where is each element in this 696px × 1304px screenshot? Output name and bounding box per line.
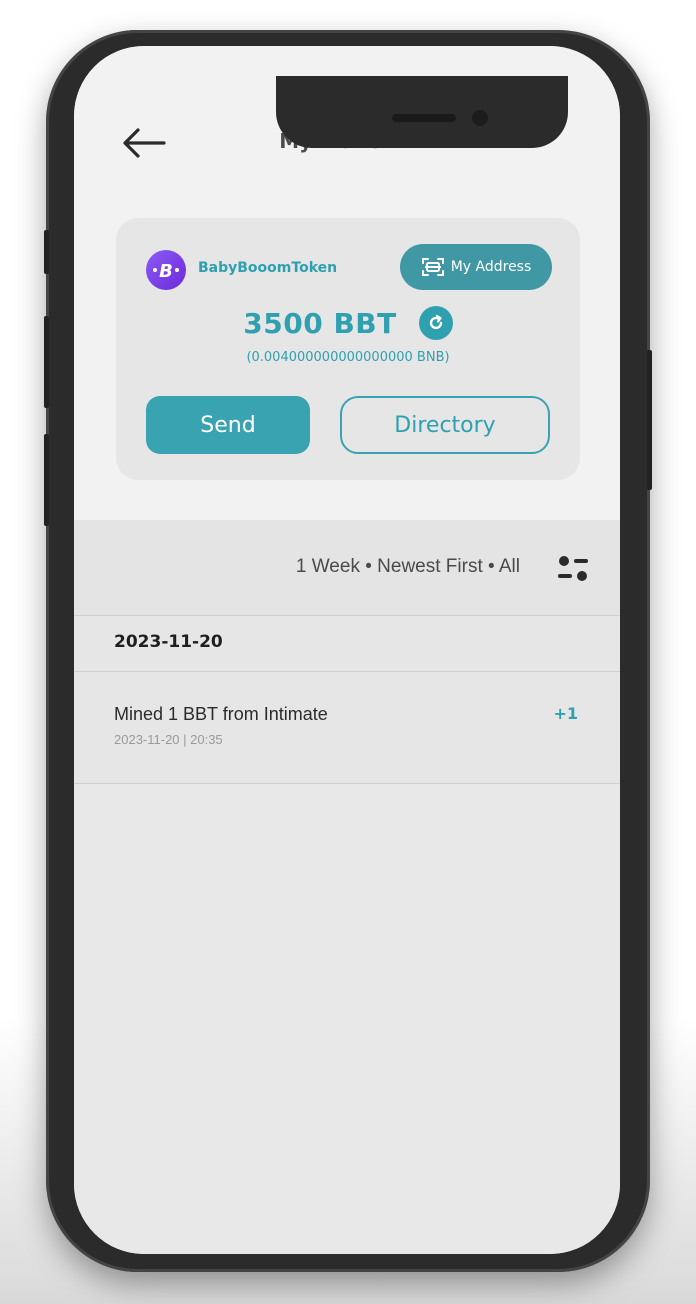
sliders-icon[interactable] [556, 554, 590, 584]
svg-text:B: B [159, 261, 173, 282]
date-group-header: 2023-11-20 [74, 616, 620, 672]
refresh-icon [429, 314, 442, 330]
my-address-button[interactable]: My Address [400, 244, 552, 290]
power-button [647, 350, 652, 490]
wallet-card: B BabyBooomToken My Address 3500 BBT (0.… [116, 218, 580, 480]
volume-up-button [44, 316, 49, 408]
directory-button[interactable]: Directory [340, 396, 550, 454]
transaction-timestamp: 2023-11-20 | 20:35 [114, 732, 223, 747]
volume-down-button [44, 434, 49, 526]
front-camera [472, 110, 488, 126]
scan-wallet-icon [421, 258, 444, 276]
balance-row: 3500 BBT [116, 306, 580, 340]
send-button[interactable]: Send [146, 396, 310, 454]
empty-list-area [74, 784, 620, 1254]
token-logo-icon: B [146, 250, 186, 290]
phone-notch [276, 76, 568, 148]
transaction-row[interactable]: Mined 1 BBT from Intimate 2023-11-20 | 2… [74, 672, 620, 784]
refresh-button[interactable] [418, 306, 453, 340]
phone-screen: My Wallet B BabyBooomToken [74, 46, 620, 1254]
my-address-label: My Address [450, 259, 532, 275]
token-balance: 3500 BBT [243, 306, 397, 340]
filter-bar: 1 Week • Newest First • All [74, 520, 620, 616]
transaction-amount: +1 [553, 704, 578, 723]
date-group-label: 2023-11-20 [114, 632, 223, 652]
filter-summary[interactable]: 1 Week • Newest First • All [296, 556, 520, 578]
bnb-equivalent: (0.004000000000000000 BNB) [246, 350, 450, 365]
transaction-title: Mined 1 BBT from Intimate [114, 704, 328, 724]
silent-switch [44, 230, 49, 274]
token-name: BabyBooomToken [198, 260, 338, 276]
speaker-grille [392, 114, 456, 122]
device-stage: My Wallet B BabyBooomToken [0, 0, 696, 1304]
